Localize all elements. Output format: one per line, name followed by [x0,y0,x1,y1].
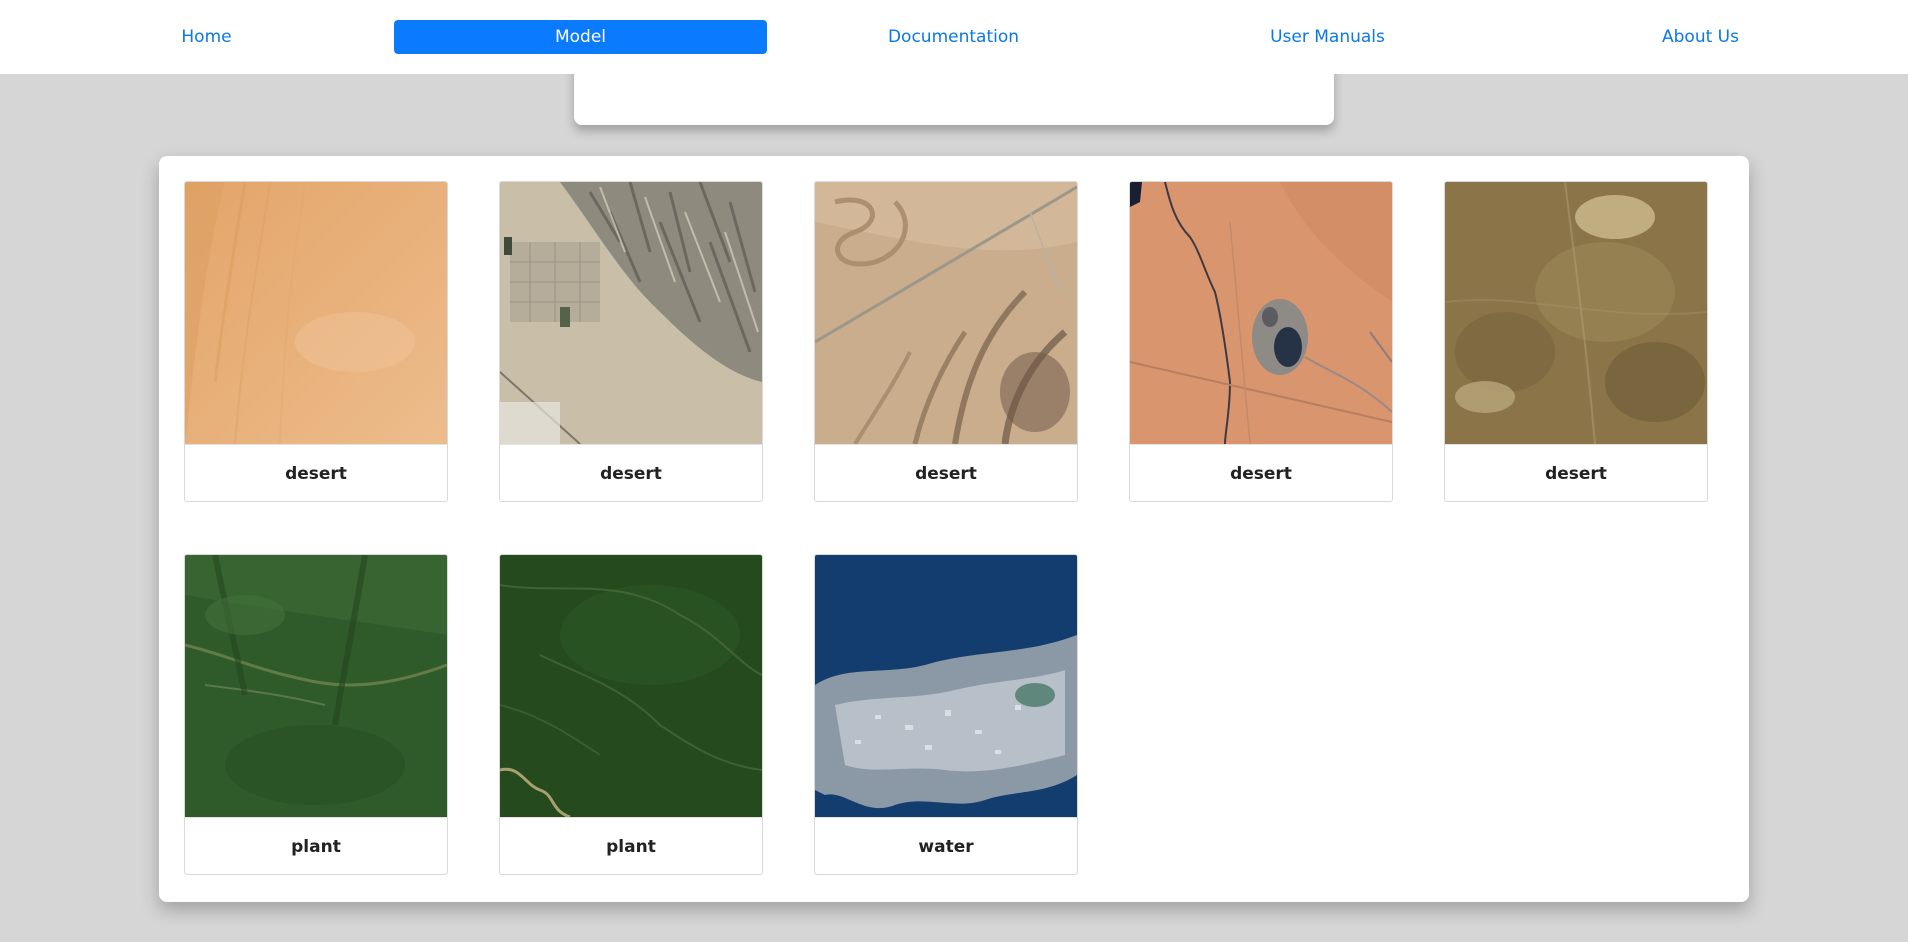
gallery-card[interactable]: desert [499,181,763,502]
gallery-card[interactable]: water [814,554,1078,875]
gallery-card[interactable]: plant [184,554,448,875]
top-navbar: Home Model Documentation User Manuals Ab… [0,0,1908,74]
coastal-city-sea-satellite-image [815,555,1077,817]
gallery-card[interactable]: plant [499,554,763,875]
nav-user-manuals-link[interactable]: User Manuals [1141,20,1514,54]
gallery-card[interactable]: desert [184,181,448,502]
arid-city-mountains-satellite-image [500,182,762,444]
card-label: desert [1130,444,1392,501]
classification-gallery: desert desert desert desert desert plant… [159,156,1749,902]
card-label: water [815,817,1077,874]
nav-about-us-link[interactable]: About Us [1514,20,1887,54]
sand-dunes-satellite-image [185,182,447,444]
red-desert-mine-satellite-image [1130,182,1392,444]
card-label: desert [185,444,447,501]
card-label: desert [1445,444,1707,501]
gallery-card[interactable]: desert [1129,181,1393,502]
nav-model-link[interactable]: Model [394,20,767,54]
gallery-card[interactable]: desert [1444,181,1708,502]
card-label: desert [500,444,762,501]
brown-scrubland-satellite-image [1445,182,1707,444]
gallery-card[interactable]: desert [814,181,1078,502]
nav-documentation-link[interactable]: Documentation [767,20,1140,54]
card-label: desert [815,444,1077,501]
dense-forest-river-satellite-image [500,555,762,817]
card-label: plant [185,817,447,874]
card-label: plant [500,817,762,874]
dry-riverbeds-highway-satellite-image [815,182,1077,444]
nav-home-link[interactable]: Home [20,20,393,54]
forest-mountains-satellite-image [185,555,447,817]
